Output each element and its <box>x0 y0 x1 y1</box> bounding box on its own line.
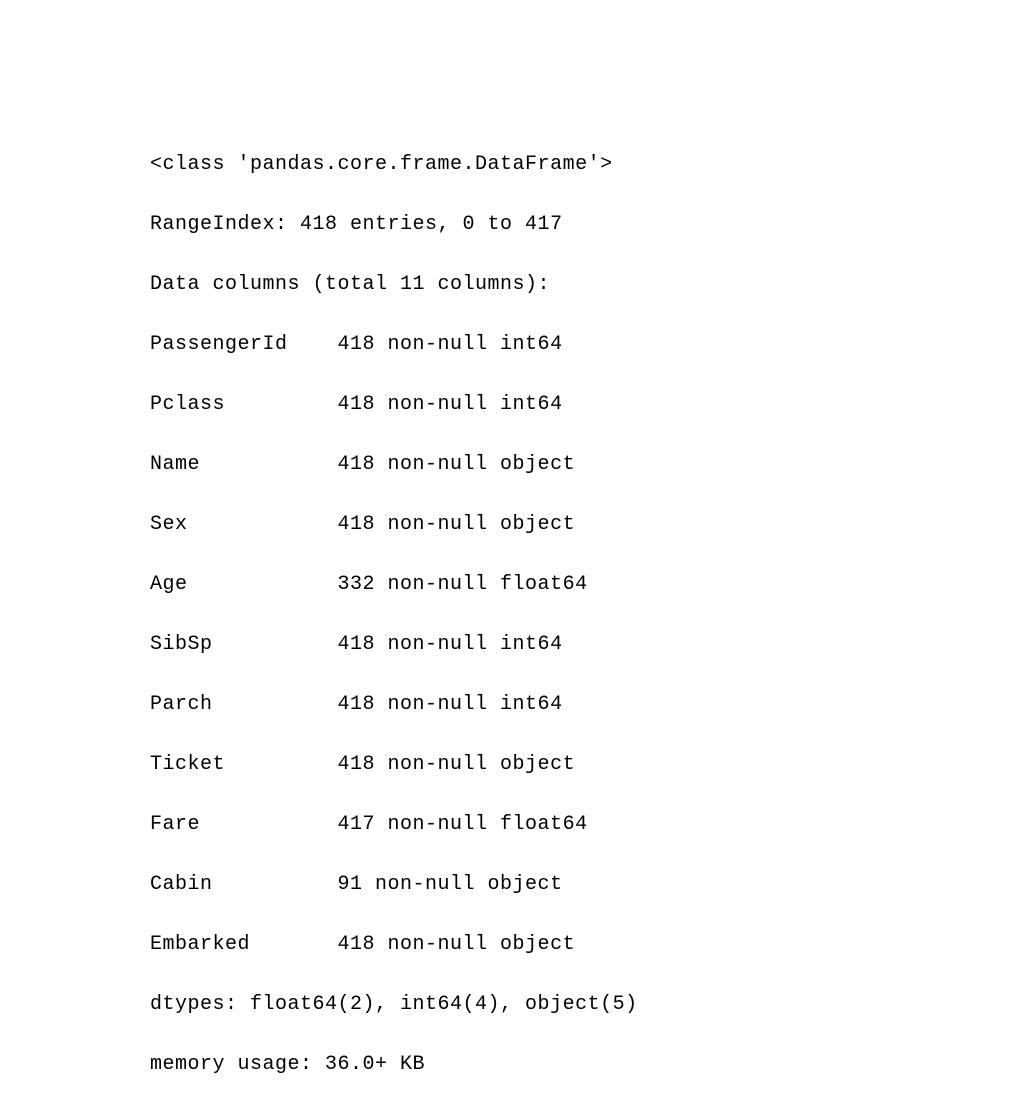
df-column-row: Fare 417 non-null float64 <box>150 810 1024 840</box>
df-column-row: Embarked 418 non-null object <box>150 930 1024 960</box>
df-dtypes-summary: dtypes: float64(2), int64(4), object(5) <box>150 990 1024 1020</box>
df-column-row: Name 418 non-null object <box>150 450 1024 480</box>
df-column-row: Cabin 91 non-null object <box>150 870 1024 900</box>
df-column-row: Ticket 418 non-null object <box>150 750 1024 780</box>
df-column-row: Pclass 418 non-null int64 <box>150 390 1024 420</box>
df-class-line: <class 'pandas.core.frame.DataFrame'> <box>150 150 1024 180</box>
df-range-index: RangeIndex: 418 entries, 0 to 417 <box>150 210 1024 240</box>
df-column-row: PassengerId 418 non-null int64 <box>150 330 1024 360</box>
df-column-row: Sex 418 non-null object <box>150 510 1024 540</box>
df-column-row: SibSp 418 non-null int64 <box>150 630 1024 660</box>
df-column-row: Parch 418 non-null int64 <box>150 690 1024 720</box>
df-data-columns-header: Data columns (total 11 columns): <box>150 270 1024 300</box>
df-column-row: Age 332 non-null float64 <box>150 570 1024 600</box>
df-memory-usage: memory usage: 36.0+ KB <box>150 1050 1024 1080</box>
